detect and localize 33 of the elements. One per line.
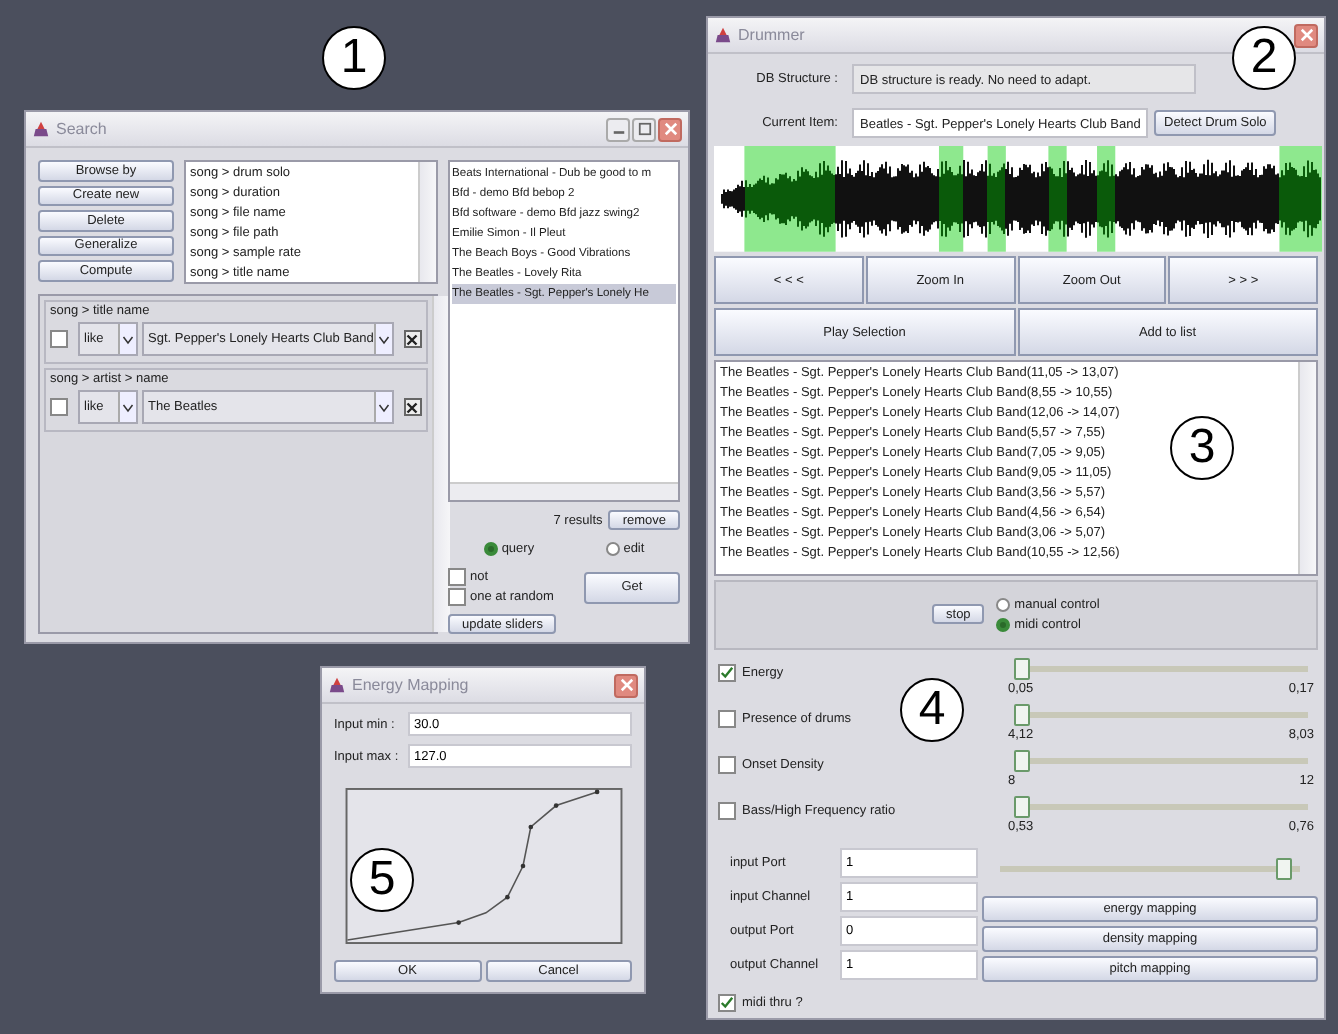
callout-number: 1 [322, 26, 386, 90]
slider-thumb[interactable] [1014, 750, 1030, 773]
close-icon [663, 122, 677, 136]
close-button[interactable] [658, 117, 682, 141]
vertical-scrollbar[interactable] [418, 162, 436, 282]
remove-criterion-button[interactable] [403, 330, 422, 348]
close-icon [1299, 28, 1313, 42]
maximize-icon [637, 122, 651, 136]
close-icon [406, 333, 419, 345]
checkmark-icon [720, 996, 734, 1011]
close-button[interactable] [614, 673, 638, 697]
window-title: Energy Mapping [352, 676, 469, 694]
slider-thumb[interactable] [1014, 704, 1030, 727]
checkmark-icon [720, 666, 734, 681]
minimize-button[interactable] [606, 117, 630, 141]
slider-thumb[interactable] [1014, 796, 1030, 819]
app-icon [328, 676, 346, 694]
slider-thumb[interactable] [1014, 658, 1030, 681]
window-title: Drummer [738, 26, 805, 44]
horizontal-scrollbar[interactable] [450, 482, 678, 501]
app-icon [32, 120, 50, 138]
window-title: Search [56, 120, 107, 138]
checkbox[interactable] [50, 330, 68, 348]
vertical-scrollbar[interactable] [1298, 362, 1316, 574]
app-icon [714, 26, 732, 44]
close-icon [619, 678, 633, 692]
checkbox[interactable] [50, 398, 68, 416]
close-button[interactable] [1294, 23, 1318, 47]
close-icon [406, 401, 419, 413]
maximize-button[interactable] [632, 117, 656, 141]
vertical-scrollbar[interactable] [431, 296, 450, 632]
slider-thumb[interactable] [1275, 858, 1292, 881]
remove-criterion-button[interactable] [403, 398, 422, 416]
